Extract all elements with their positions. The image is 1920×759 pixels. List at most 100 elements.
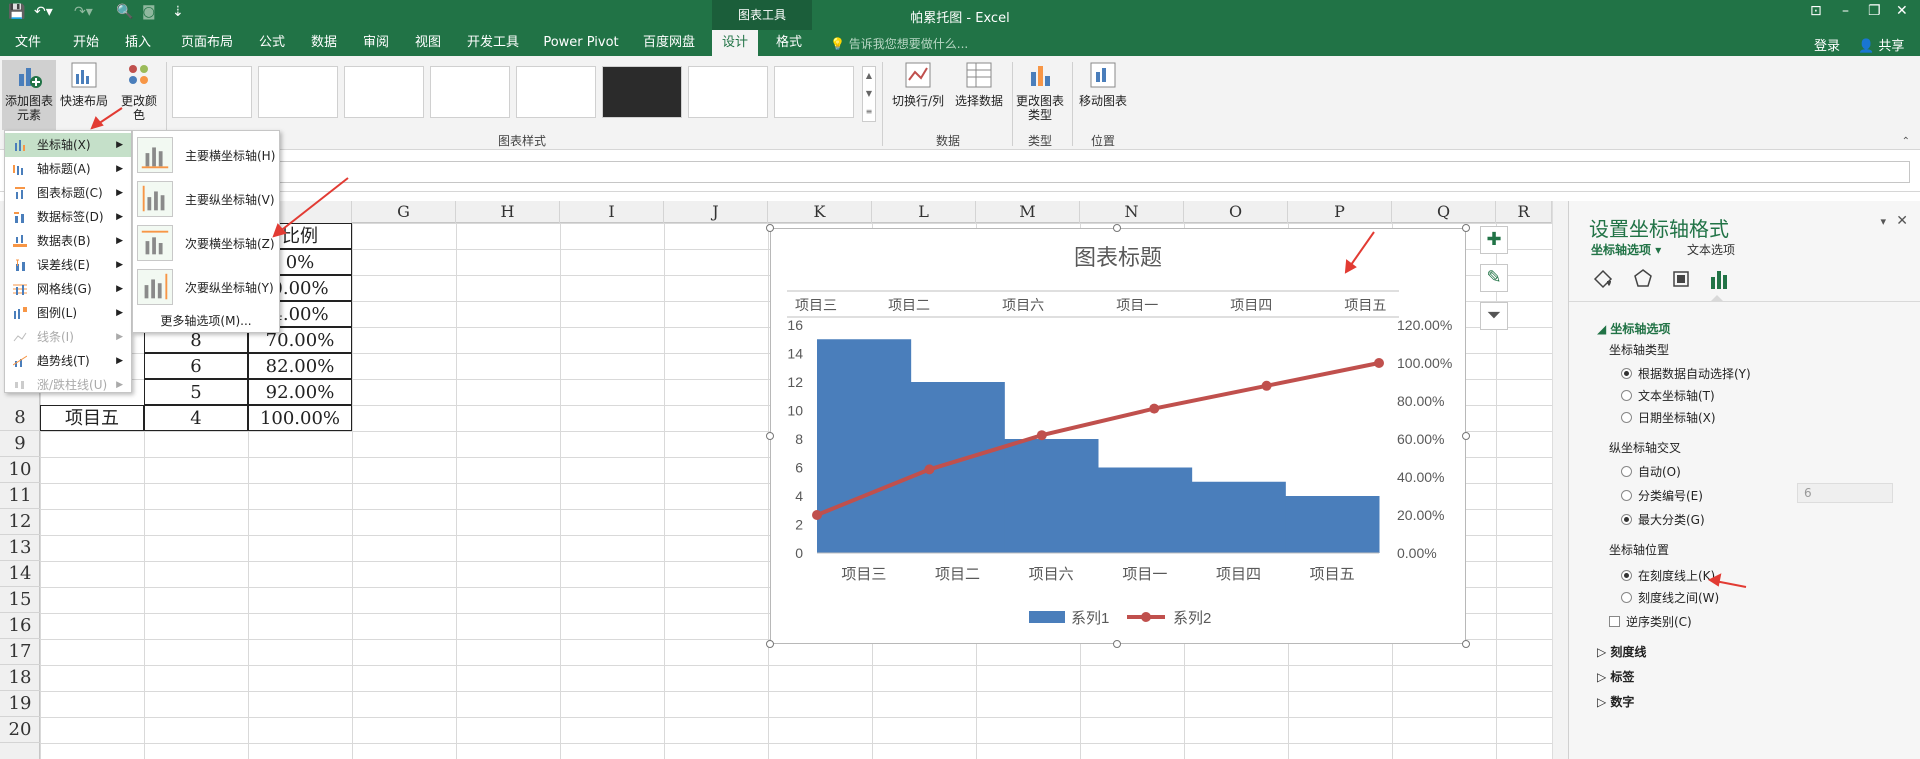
submenu-primary-horizontal[interactable]: 主要横坐标轴(H) (133, 133, 279, 177)
tab-view[interactable]: 视图 (406, 30, 450, 56)
tab-text-options[interactable]: 文本选项 (1687, 241, 1735, 258)
row-header[interactable]: 17 (0, 639, 40, 665)
ratio-cell[interactable]: 82.00% (248, 353, 352, 379)
chart-style-1[interactable] (172, 66, 252, 118)
pane-close-icon[interactable]: ✕ (1896, 213, 1908, 229)
name-cell[interactable]: 项目五 (40, 405, 144, 431)
close-icon[interactable]: ✕ (1896, 3, 1908, 19)
column-header[interactable]: J (664, 201, 768, 223)
restore-icon[interactable]: ❐ (1868, 3, 1881, 19)
section-number[interactable]: ▷ 数字 (1597, 693, 1634, 710)
section-axis-options[interactable]: ◢ 坐标轴选项 (1597, 320, 1670, 337)
change-chart-type-button[interactable]: 更改图表类型 (1014, 60, 1066, 122)
chart-style-3[interactable] (344, 66, 424, 118)
vertical-scrollbar[interactable] (1552, 201, 1568, 759)
resize-handle[interactable] (1113, 640, 1121, 648)
camera-icon[interactable]: ◙ (142, 4, 156, 20)
column-header[interactable]: K (768, 201, 872, 223)
collapse-ribbon-icon[interactable]: ⌃ (1902, 136, 1910, 147)
styles-scroll[interactable]: ▲ ▼ ≡ (862, 66, 876, 122)
chart-style-4[interactable] (430, 66, 510, 118)
resize-handle[interactable] (1462, 432, 1470, 440)
chart-style-8[interactable] (774, 66, 854, 118)
ratio-cell[interactable]: 92.00% (248, 379, 352, 405)
column-header[interactable]: O (1184, 201, 1288, 223)
row-header[interactable]: 16 (0, 613, 40, 639)
share-button[interactable]: 👤 共享 (1858, 35, 1904, 54)
chart-svg[interactable]: 图表标题项目三 项目二 项目六 项目一 项目四 项目五02468101214160.00%… (771, 229, 1465, 643)
row-header[interactable]: 18 (0, 665, 40, 691)
radio-cross-category[interactable]: 分类编号(E) (1621, 487, 1703, 504)
tab-page-layout[interactable]: 页面布局 (174, 30, 240, 56)
radio-cross-auto[interactable]: 自动(O) (1621, 463, 1681, 480)
ratio-cell[interactable]: 100.00% (248, 405, 352, 431)
radio-on-tick-marks[interactable]: 在刻度线上(K) (1621, 567, 1715, 584)
count-cell[interactable]: 4 (144, 405, 248, 431)
radio-axis-auto[interactable]: 根据数据自动选择(Y) (1621, 365, 1751, 382)
chart-style-7[interactable] (688, 66, 768, 118)
save-icon[interactable]: 💾 (8, 4, 25, 20)
tab-data[interactable]: 数据 (302, 30, 346, 56)
tab-axis-options[interactable]: 坐标轴选项 ▾ (1591, 241, 1661, 258)
chart-filter-icon[interactable]: ⏷ (1480, 302, 1508, 330)
section-tick-marks[interactable]: ▷ 刻度线 (1597, 643, 1646, 660)
row-header[interactable]: 11 (0, 483, 40, 509)
change-colors-button[interactable]: 更改颜色 (116, 60, 162, 130)
resize-handle[interactable] (766, 224, 774, 232)
submenu-secondary-horizontal[interactable]: 次要横坐标轴(Z) (133, 221, 279, 265)
tab-format[interactable]: 格式 (766, 30, 812, 56)
count-cell[interactable]: 6 (144, 353, 248, 379)
column-header[interactable]: M (976, 201, 1080, 223)
column-header[interactable]: N (1080, 201, 1184, 223)
tab-formulas[interactable]: 公式 (250, 30, 294, 56)
menu-item-data-table[interactable]: 数据表(B) ▶ (5, 229, 131, 253)
login-link[interactable]: 登录 (1814, 35, 1840, 54)
column-header[interactable]: P (1288, 201, 1392, 223)
tab-developer[interactable]: 开发工具 (460, 30, 526, 56)
row-header[interactable]: 12 (0, 509, 40, 535)
tell-me-box[interactable]: 💡 告诉我您想要做什么... (830, 35, 968, 52)
chart-elements-button[interactable]: ✚ (1480, 226, 1508, 254)
chart-style-5[interactable] (516, 66, 596, 118)
undo-icon[interactable]: ↶▾ (34, 4, 53, 20)
resize-handle[interactable] (766, 432, 774, 440)
resize-handle[interactable] (1462, 640, 1470, 648)
tab-home[interactable]: 开始 (64, 30, 108, 56)
column-header[interactable]: I (560, 201, 664, 223)
row-header[interactable]: 20 (0, 717, 40, 743)
menu-item-axes[interactable]: 坐标轴(X) ▶ (5, 133, 131, 157)
add-chart-element-button[interactable]: 添加图表元素 (2, 60, 56, 130)
menu-item-chart-title[interactable]: 图表标题(C) ▶ (5, 181, 131, 205)
column-header[interactable]: R (1496, 201, 1552, 223)
radio-cross-max[interactable]: 最大分类(G) (1621, 511, 1705, 528)
submenu-secondary-vertical[interactable]: 次要纵坐标轴(Y) (133, 265, 279, 309)
menu-item-error-bars[interactable]: 误差线(E) ▶ (5, 253, 131, 277)
cross-category-input[interactable]: 6 (1797, 483, 1893, 503)
menu-item-legend[interactable]: 图例(L) ▶ (5, 301, 131, 325)
tab-design[interactable]: 设计 (712, 30, 758, 56)
tab-review[interactable]: 审阅 (354, 30, 398, 56)
column-header[interactable]: L (872, 201, 976, 223)
row-header[interactable]: 19 (0, 691, 40, 717)
row-header[interactable]: 10 (0, 457, 40, 483)
column-header[interactable]: G (352, 201, 456, 223)
print-preview-icon[interactable]: 🔍 (116, 4, 133, 20)
minimize-icon[interactable]: – (1842, 3, 1849, 19)
radio-axis-date[interactable]: 日期坐标轴(X) (1621, 409, 1716, 426)
checkbox-reverse-categories[interactable]: 逆序类别(C) (1609, 613, 1692, 630)
tab-baidu-netdisk[interactable]: 百度网盘 (636, 30, 702, 56)
row-header[interactable]: 8 (0, 405, 40, 431)
formula-input[interactable] (170, 161, 1910, 183)
menu-item-data-labels[interactable]: 数据标签(D) ▶ (5, 205, 131, 229)
pane-options-icon[interactable]: ▾ (1880, 215, 1886, 228)
resize-handle[interactable] (1113, 224, 1121, 232)
submenu-primary-vertical[interactable]: 主要纵坐标轴(V) (133, 177, 279, 221)
column-header[interactable]: Q (1392, 201, 1496, 223)
select-data-button[interactable]: 选择数据 (952, 60, 1006, 108)
resize-handle[interactable] (766, 640, 774, 648)
move-chart-button[interactable]: 移动图表 (1076, 60, 1130, 108)
row-header[interactable]: 9 (0, 431, 40, 457)
radio-between-tick-marks[interactable]: 刻度线之间(W) (1621, 589, 1719, 606)
more-axis-options[interactable]: 更多轴选项(M)... (133, 312, 279, 329)
menu-item-gridlines[interactable]: 网格线(G) ▶ (5, 277, 131, 301)
